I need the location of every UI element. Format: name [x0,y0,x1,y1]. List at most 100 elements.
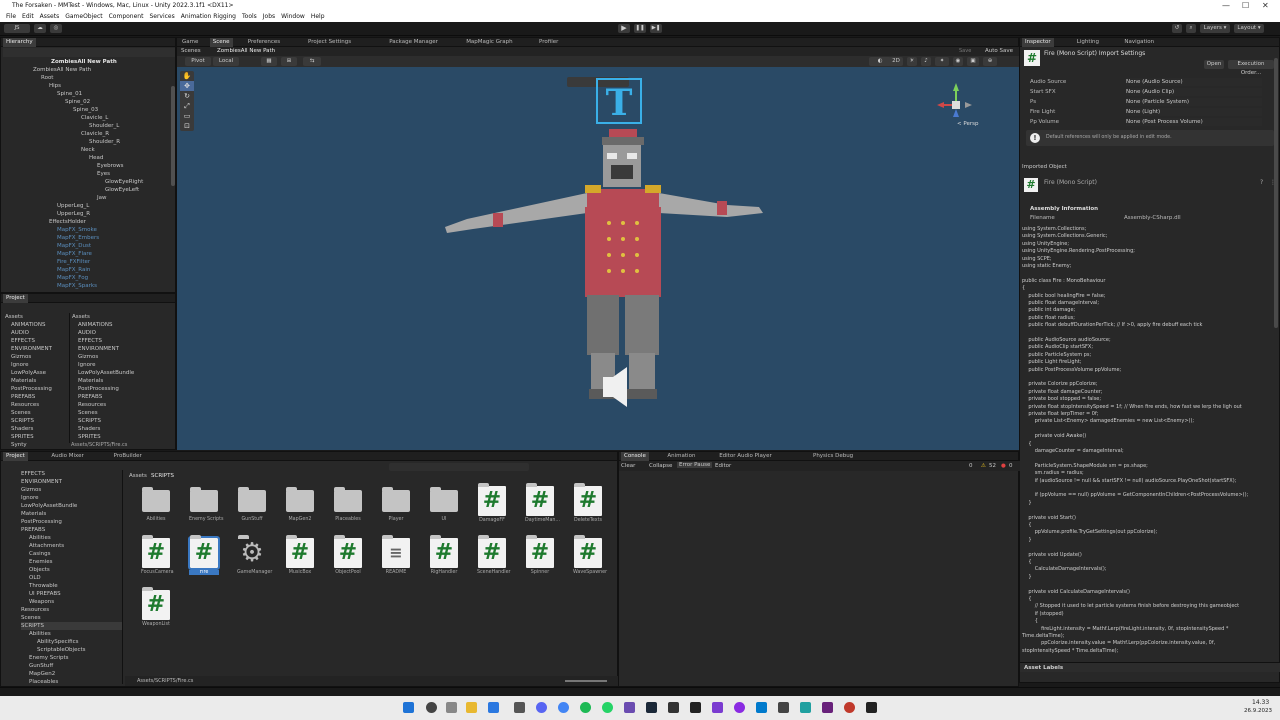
error-pause-toggle[interactable]: Error Pause [677,462,713,468]
project-top-folder-item[interactable]: SCRIPTS [78,417,101,425]
app-icon-4[interactable] [778,702,789,713]
project-top-tree-item[interactable]: Materials [11,377,36,385]
scene-camera-icon[interactable]: ▣ [967,57,979,66]
project-tree-item[interactable]: Ignore [21,494,39,502]
error-count[interactable]: 0 [1009,463,1013,469]
start-icon[interactable] [403,702,414,713]
clock-date[interactable]: 26.9.2023 [1244,708,1272,714]
hierarchy-item[interactable]: Clavicle_R [81,130,109,138]
file-explorer-icon[interactable] [466,702,477,713]
project-top-folder-item[interactable]: ENVIRONMENT [78,345,119,353]
app-icon-3[interactable] [712,702,723,713]
account-button[interactable]: JS [4,24,30,33]
menu-item[interactable]: Tools [242,13,257,20]
project-top-tree-item[interactable]: PostProcessing [11,385,52,393]
project-tree-item[interactable]: GunStuff [29,662,53,670]
tab-physics-debug[interactable]: Physics Debug [810,452,856,461]
transform-tool-icon[interactable]: ⊡ [180,121,194,131]
vscode-icon[interactable] [756,702,767,713]
execution-order-button[interactable]: Execution Order... [1228,60,1274,76]
unity-hub-icon[interactable] [668,702,679,713]
project-tree-item[interactable]: Abilities [29,630,51,638]
asset-script[interactable]: # DeleteTexts [573,483,603,528]
hierarchy-item[interactable]: Shoulder_R [89,138,120,146]
project-tree-item[interactable]: Enemy Scripts [29,654,69,662]
close-button[interactable]: ✕ [1262,1,1269,10]
project-tree-item[interactable]: SCRIPTS [21,622,122,630]
menu-item[interactable]: Help [311,13,325,20]
app-icon-7[interactable] [866,702,877,713]
tab-audio-mixer[interactable]: Audio Mixer [48,452,86,461]
hierarchy-item[interactable]: Eyes [97,170,110,178]
tab-console[interactable]: Console [621,452,649,461]
asset-folder[interactable]: MapGen2 [285,486,315,528]
spotify-icon[interactable] [580,702,591,713]
asset-script[interactable]: # RigHandler [429,535,459,580]
project-tree-item[interactable]: ENVIRONMENT [21,478,62,486]
move-tool-icon[interactable]: ✥ [180,81,194,91]
persp-label[interactable]: < Persp [957,121,978,127]
asset-text[interactable]: ≡ README [381,535,411,580]
search-icon[interactable]: ⌕ [1186,24,1196,33]
hidden-objects-icon[interactable]: ◉ [953,57,963,66]
project-search-input[interactable] [389,463,529,471]
hierarchy-item[interactable]: Spine_03 [73,106,98,114]
visual-studio-icon[interactable] [822,702,833,713]
rect-tool-icon[interactable]: ▭ [180,111,194,121]
project-top-tree-item[interactable]: LowPolyAsse [11,369,46,377]
asset-gear[interactable]: ⚙ GameManager [237,535,272,580]
pause-button[interactable]: ❚❚ [634,24,646,33]
collapse-button[interactable]: Collapse [649,463,672,469]
project-top-tree-item[interactable]: Synty [11,441,27,449]
project-top-tree-item[interactable]: Scenes [11,409,31,417]
app-icon-1[interactable] [514,702,525,713]
hierarchy-item[interactable]: Hips [49,82,61,90]
menu-item[interactable]: Services [149,13,174,20]
character-model[interactable]: T [437,77,777,417]
project-top-tree-item[interactable]: SPRITES [11,433,34,441]
hierarchy-scene-name[interactable]: ZombiesAll New Path [51,58,117,66]
project-top-folder-item[interactable]: Shaders [78,425,100,433]
project-top-folder-item[interactable]: Assets [72,313,90,321]
hierarchy-item[interactable]: Shoulder_L [89,122,119,130]
app-icon-2[interactable] [624,702,635,713]
tab-package-manager[interactable]: Package Manager [386,38,441,47]
tab-project[interactable]: Project [3,452,28,461]
tab-probuilder[interactable]: ProBuilder [111,452,145,461]
app-icon-5[interactable] [800,702,811,713]
menu-item[interactable]: GameObject [65,13,102,20]
tab-project-top[interactable]: Project [3,294,28,303]
hierarchy-item[interactable]: MapFX_Flare [57,250,92,258]
project-top-folder-item[interactable]: PostProcessing [78,385,119,393]
tab-lighting[interactable]: Lighting [1074,38,1102,47]
project-top-tree-item[interactable]: Gizmos [11,353,31,361]
project-tree-item[interactable]: PostProcessing [21,518,62,526]
asset-folder[interactable]: Enemy Scripts [189,486,223,528]
menu-item[interactable]: Window [281,13,305,20]
project-tree-item[interactable]: Resources [21,606,49,614]
hierarchy-scrollbar[interactable] [171,86,175,186]
hierarchy-item[interactable]: MapFX_Rain [57,266,90,274]
project-top-tree-item[interactable]: EFFECTS [11,337,35,345]
scene-viewport[interactable]: ✋ ✥ ↻ ⤢ ▭ ⊡ < Persp T [177,67,1020,450]
project-tree-item[interactable]: OLD [29,574,41,582]
2d-toggle[interactable]: 2D [889,57,903,66]
warning-count[interactable]: 52 [989,463,996,469]
asset-script[interactable]: # FocusCamera [141,535,174,580]
hierarchy-item[interactable]: MapFX_Sparks [57,282,97,290]
clear-button[interactable]: Clear [621,463,635,469]
layers-dropdown[interactable]: Layers ▾ [1200,24,1230,33]
project-top-tree-item[interactable]: Ignore [11,361,29,369]
menu-item[interactable]: Jobs [263,13,275,20]
maximize-button[interactable]: ☐ [1242,1,1249,10]
hierarchy-item[interactable]: GlowEyeRight [105,178,143,186]
tab-mapmagic-graph[interactable]: MapMagic Graph [463,38,515,47]
project-tree-item[interactable]: AbilitySpecifics [37,638,79,646]
open-button[interactable]: Open [1204,60,1224,69]
project-top-folder-item[interactable]: Resources [78,401,106,409]
shading-mode-icon[interactable]: ◐ [869,57,891,66]
project-tree-item[interactable]: PREFABS [21,526,45,534]
project-top-folder-item[interactable]: Ignore [78,361,96,369]
project-top-folder-item[interactable]: Scenes [78,409,98,417]
field-value[interactable]: None (Audio Clip) [1126,88,1262,96]
